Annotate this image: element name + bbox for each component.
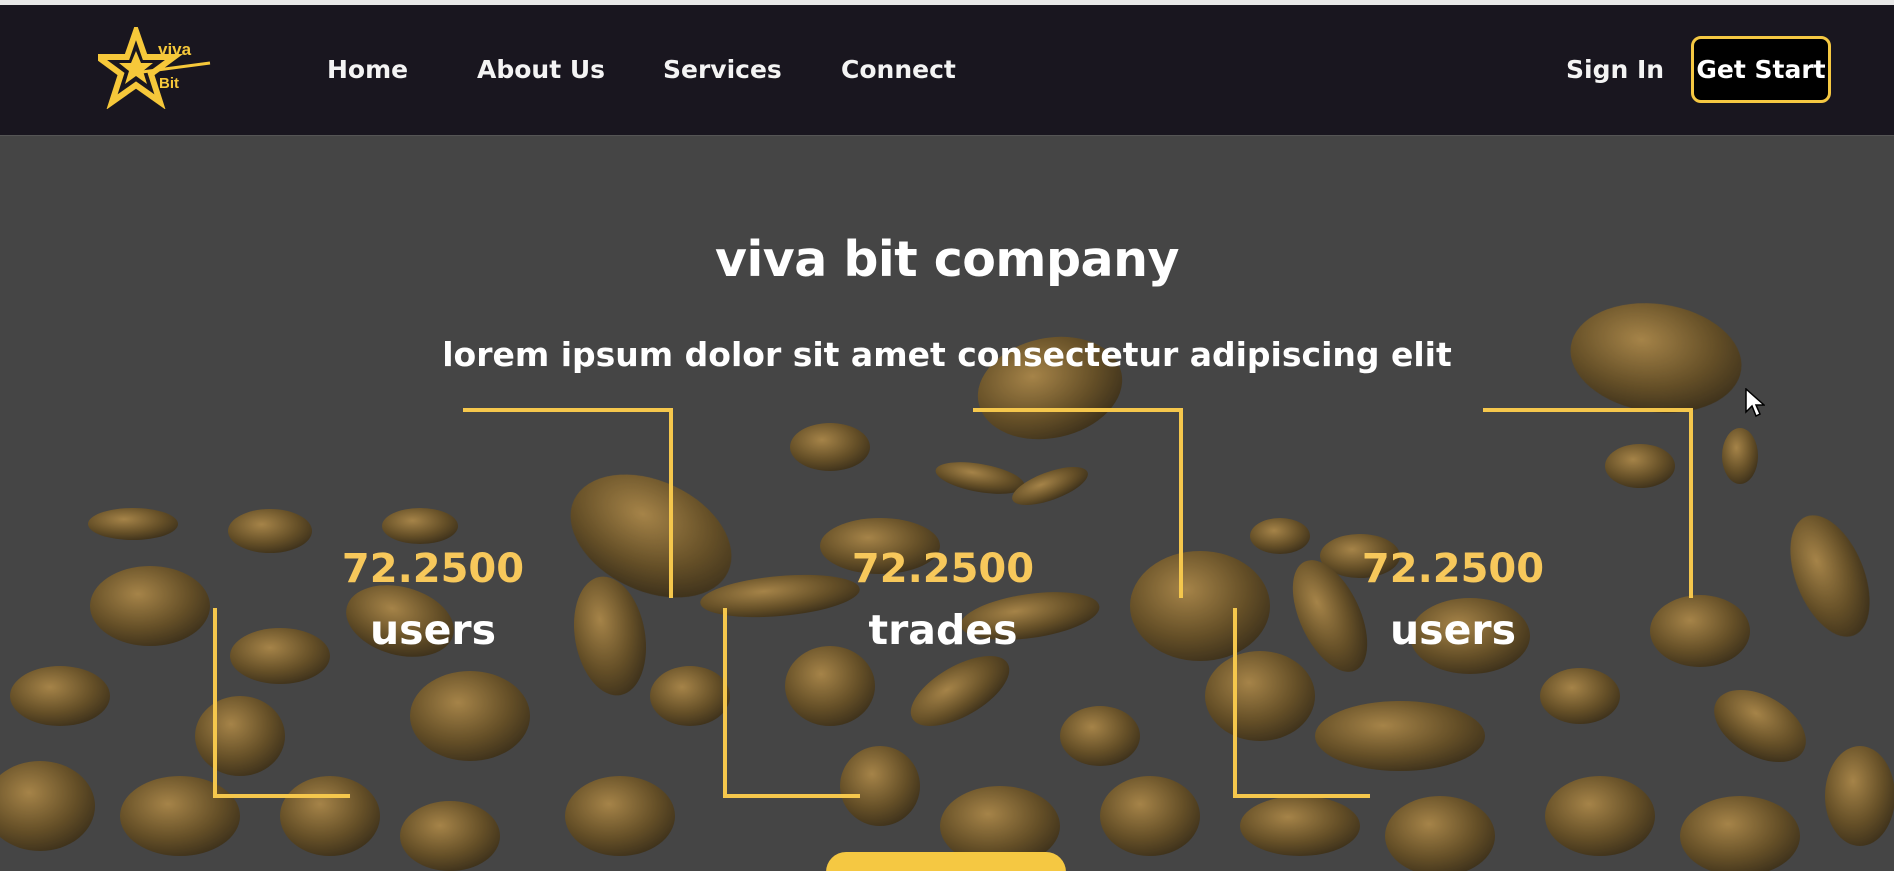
stat-card: 72.2500 users bbox=[213, 408, 673, 798]
brand-logo[interactable]: viva Bit bbox=[88, 21, 218, 110]
nav-link-connect[interactable]: Connect bbox=[841, 55, 956, 84]
sign-in-link[interactable]: Sign In bbox=[1566, 55, 1664, 84]
hero-subtitle: lorem ipsum dolor sit amet consectetur a… bbox=[442, 335, 1452, 374]
stat-label: trades bbox=[868, 606, 1018, 654]
stat-label: users bbox=[1389, 606, 1517, 654]
page: viva Bit Home About Us Services Connect … bbox=[0, 0, 1894, 871]
stat-value: 72.2500 bbox=[341, 546, 525, 592]
stat-value: 72.2500 bbox=[851, 546, 1035, 592]
mouse-cursor-icon bbox=[1745, 388, 1765, 418]
star-logo-icon: viva Bit bbox=[88, 21, 211, 110]
nav-link-home[interactable]: Home bbox=[327, 55, 408, 84]
get-start-button[interactable]: Get Start bbox=[1691, 36, 1831, 103]
nav-link-about-us[interactable]: About Us bbox=[477, 55, 605, 84]
hero-title: viva bit company bbox=[715, 230, 1179, 288]
hero-section: viva bit company lorem ipsum dolor sit a… bbox=[0, 136, 1894, 871]
stat-card: 72.2500 trades bbox=[723, 408, 1183, 798]
stat-card: 72.2500 users bbox=[1233, 408, 1693, 798]
svg-text:viva: viva bbox=[158, 40, 192, 59]
hero-cta-button[interactable] bbox=[826, 852, 1066, 871]
svg-text:Bit: Bit bbox=[159, 75, 179, 92]
stat-value: 72.2500 bbox=[1361, 546, 1545, 592]
nav-link-services[interactable]: Services bbox=[663, 55, 782, 84]
stat-label: users bbox=[369, 606, 497, 654]
navbar: viva Bit Home About Us Services Connect … bbox=[0, 5, 1894, 136]
